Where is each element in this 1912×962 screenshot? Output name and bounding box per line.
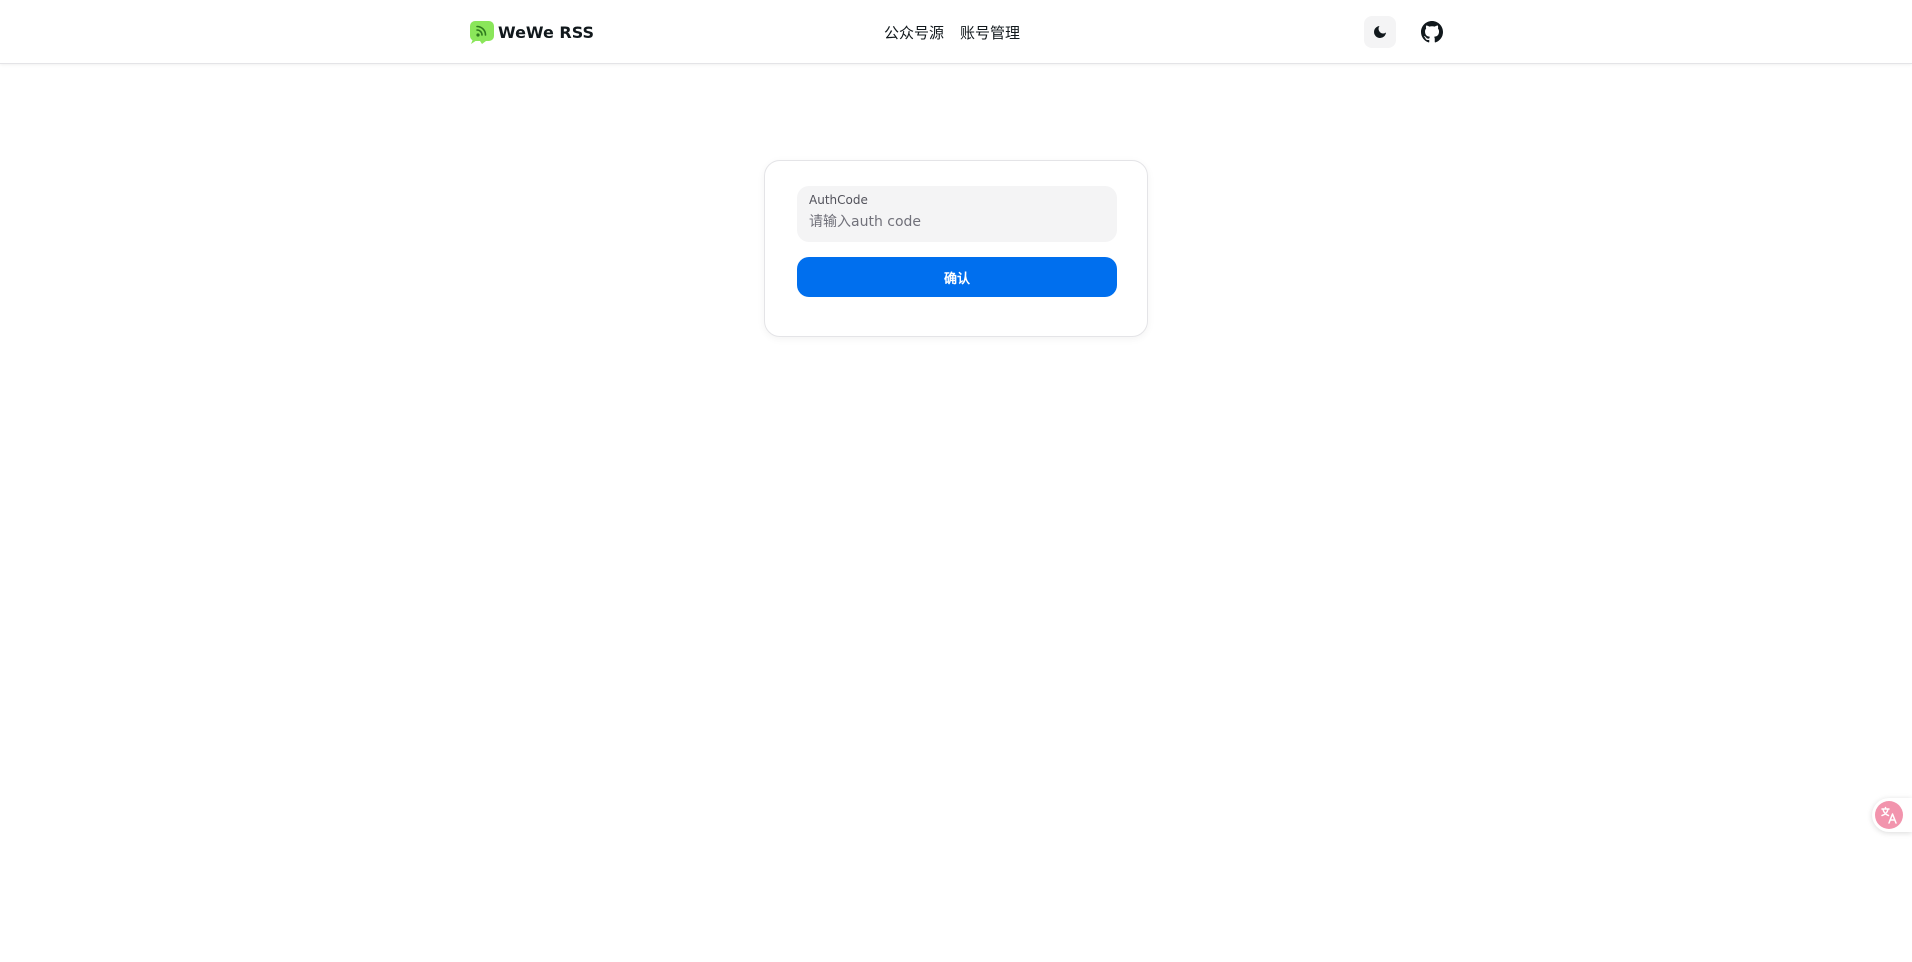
auth-code-input[interactable] xyxy=(809,212,1105,232)
auth-code-label: AuthCode xyxy=(809,193,868,207)
confirm-button[interactable]: 确认 xyxy=(797,257,1117,297)
github-icon xyxy=(1421,21,1443,43)
github-link[interactable] xyxy=(1418,18,1446,46)
rss-chat-bubble-icon xyxy=(469,19,495,45)
nav-item-feeds[interactable]: 公众号源 xyxy=(884,22,944,43)
theme-toggle-button[interactable] xyxy=(1364,16,1396,48)
auth-form-card: AuthCode 确认 xyxy=(764,160,1148,337)
translate-icon xyxy=(1875,801,1903,829)
auth-code-field[interactable]: AuthCode xyxy=(797,186,1117,242)
translate-widget[interactable] xyxy=(1872,798,1912,832)
moon-icon xyxy=(1372,24,1388,40)
main-nav: 公众号源 账号管理 xyxy=(884,20,1020,44)
top-navbar: WeWe RSS 公众号源 账号管理 xyxy=(0,0,1912,64)
nav-item-accounts[interactable]: 账号管理 xyxy=(960,22,1020,43)
brand-title: WeWe RSS xyxy=(498,22,595,42)
brand-link[interactable]: WeWe RSS xyxy=(469,19,594,45)
